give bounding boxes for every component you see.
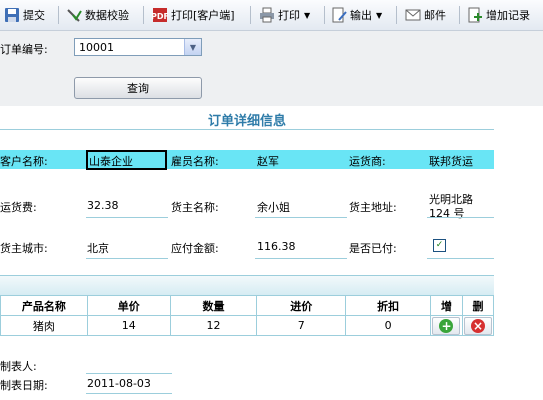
submit-button[interactable]: 提交: [4, 6, 45, 24]
freight-value[interactable]: 32.38: [87, 199, 119, 212]
employee-name-value[interactable]: 赵军: [257, 153, 279, 169]
freight-underline: [86, 217, 168, 218]
row-add-button[interactable]: +: [432, 316, 461, 335]
date-underline: [86, 393, 172, 394]
amount-due-label: 应付金额:: [171, 242, 219, 255]
date-label: 制表日期:: [0, 379, 48, 392]
table-row: 猪肉 14 12 7 0 + ×: [0, 315, 495, 336]
cell-product[interactable]: 猪肉: [0, 315, 88, 336]
print-button[interactable]: 打印 ▼: [259, 6, 310, 24]
paid-checkbox[interactable]: ✓: [433, 239, 446, 252]
header-unit-price: 单价: [86, 295, 171, 316]
add-record-icon: [467, 7, 483, 23]
plus-circle-icon: +: [439, 318, 454, 333]
order-no-label: 订单编号:: [0, 43, 48, 56]
consignee-city-value[interactable]: 北京: [87, 240, 109, 256]
cell-discount[interactable]: 0: [345, 315, 431, 336]
detail-grid: 产品名称 单价 数量 进价 折扣 增 删 猪肉 14 12 7 0 + ×: [0, 275, 495, 337]
employee-name-label: 雇员名称:: [171, 155, 219, 168]
header-delete: 删: [461, 295, 495, 316]
amount-due-value[interactable]: 116.38: [257, 240, 296, 253]
consignee-address-label: 货主地址:: [349, 201, 397, 214]
toolbar-divider: [58, 6, 59, 24]
customer-name-label: 客户名称:: [0, 155, 48, 168]
toolbar-divider: [250, 6, 251, 24]
title-divider: [0, 129, 494, 130]
shipper-value[interactable]: 联邦货运: [429, 153, 473, 169]
header-product: 产品名称: [0, 295, 88, 316]
consignee-name-underline: [255, 217, 347, 218]
cell-add: +: [429, 315, 463, 336]
cell-quantity[interactable]: 12: [169, 315, 258, 336]
consignee-address-underline: [427, 217, 494, 218]
header-cost: 进价: [256, 295, 347, 316]
date-value[interactable]: 2011-08-03: [87, 377, 151, 390]
envelope-icon: [405, 7, 421, 23]
export-button[interactable]: 输出 ▼: [331, 6, 382, 24]
maker-label: 制表人:: [0, 360, 37, 373]
amount-due-underline: [255, 258, 347, 259]
header-discount: 折扣: [345, 295, 431, 316]
pdf-icon: PDF: [151, 7, 169, 23]
check-wand-icon: [66, 7, 82, 23]
grid-toolbar: [0, 275, 494, 295]
chevron-down-icon: ▼: [376, 10, 383, 20]
toolbar-divider: [324, 6, 325, 24]
row-delete-button[interactable]: ×: [463, 316, 492, 335]
mail-button[interactable]: 邮件: [405, 6, 446, 24]
form-title: 订单详细信息: [207, 114, 286, 129]
order-no-select[interactable]: 10001 ▼: [74, 38, 202, 56]
svg-text:PDF: PDF: [152, 12, 168, 21]
paid-label: 是否已付:: [349, 242, 397, 255]
query-button[interactable]: 查询: [74, 77, 202, 99]
chevron-down-icon[interactable]: ▼: [184, 39, 201, 55]
header-add: 增: [429, 295, 463, 316]
consignee-city-underline: [86, 258, 168, 259]
shipper-label: 运货商:: [349, 155, 386, 168]
document-pen-icon: [331, 7, 347, 23]
detail-table: 产品名称 单价 数量 进价 折扣 增 删 猪肉 14 12 7 0 + ×: [0, 295, 495, 336]
freight-label: 运货费:: [0, 201, 37, 214]
cell-delete: ×: [461, 315, 495, 336]
order-no-value: 10001: [79, 41, 114, 54]
floppy-disk-icon: [4, 7, 20, 23]
consignee-address-line2[interactable]: 124 号: [429, 205, 465, 221]
printer-icon: [259, 7, 275, 23]
toolbar-divider: [459, 6, 460, 24]
customer-row: [0, 150, 494, 169]
add-record-button[interactable]: 增加记录: [467, 6, 530, 24]
consignee-name-label: 货主名称:: [171, 201, 219, 214]
toolbar-divider: [143, 6, 144, 24]
x-circle-icon: ×: [470, 318, 485, 333]
toolbar-divider: [396, 6, 397, 24]
maker-underline: [86, 373, 172, 374]
customer-name-value: 山泰企业: [89, 155, 133, 168]
chevron-down-icon: ▼: [304, 10, 311, 20]
consignee-name-value[interactable]: 余小姐: [257, 199, 290, 215]
toolbar: 提交 数据校验 PDF 打印[客户端] 打印 ▼ 输出 ▼ 邮件 增加记录: [0, 0, 543, 31]
header-quantity: 数量: [169, 295, 258, 316]
table-header-row: 产品名称 单价 数量 进价 折扣 增 删: [0, 295, 495, 316]
cell-unit-price[interactable]: 14: [86, 315, 171, 336]
print-client-button[interactable]: PDF 打印[客户端]: [151, 6, 235, 24]
consignee-city-label: 货主城市:: [0, 242, 48, 255]
paid-underline: [427, 258, 494, 259]
validate-button[interactable]: 数据校验: [66, 6, 129, 24]
cell-cost[interactable]: 7: [256, 315, 347, 336]
